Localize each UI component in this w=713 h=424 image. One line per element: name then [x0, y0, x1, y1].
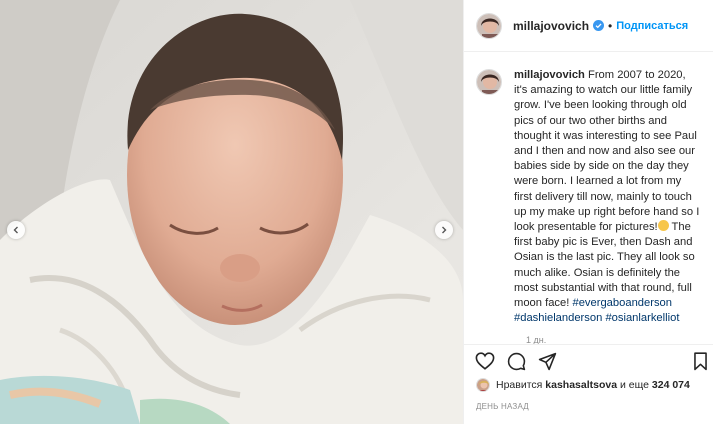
previous-photo-button[interactable]	[7, 221, 25, 239]
post-side-panel: millajovovich • Подписаться millajovovic…	[463, 0, 713, 424]
follow-button[interactable]: Подписаться	[616, 20, 688, 32]
caption-avatar[interactable]	[476, 69, 502, 95]
like-button[interactable]	[475, 352, 495, 375]
comment-button[interactable]	[507, 352, 526, 376]
caption-body-2: The first baby pic is Ever, then Dash an…	[514, 221, 695, 310]
next-photo-button[interactable]	[435, 221, 453, 239]
likes-prefix: Нравится	[496, 379, 543, 391]
smiling-face-with-tears-emoji-icon	[657, 220, 669, 232]
comments-area: millajovovich From 2007 to 2020, it's am…	[464, 52, 713, 345]
post-header: millajovovich • Подписаться	[464, 0, 713, 52]
chevron-right-icon	[442, 226, 447, 234]
comment-icon	[507, 352, 526, 371]
liker-username-link[interactable]: kashasaltsova	[545, 379, 617, 391]
caption-username-link[interactable]: millajovovich	[514, 69, 585, 81]
share-icon	[538, 352, 557, 371]
post-timestamp[interactable]: ДЕНЬ НАЗАД	[476, 402, 529, 411]
hashtag-link[interactable]: #osianlarkelliot	[605, 312, 679, 324]
likes-middle: и еще	[620, 379, 649, 391]
action-bar	[464, 344, 713, 380]
caption: millajovovich From 2007 to 2020, it's am…	[476, 68, 700, 326]
hashtag-link[interactable]: #dashielanderson	[514, 312, 602, 324]
baby-photo-illustration	[0, 0, 463, 424]
hashtag-link[interactable]: #evergaboanderson	[572, 297, 672, 309]
likes-summary: Нравится kashasaltsova и еще 324 074	[476, 378, 690, 392]
avatar-photo	[477, 379, 489, 391]
verified-badge-icon	[593, 20, 605, 31]
post-photo[interactable]	[0, 0, 463, 424]
username-link[interactable]: millajovovich	[513, 19, 589, 33]
caption-body-1: From 2007 to 2020, it's amazing to watch…	[514, 69, 700, 234]
separator-dot: •	[608, 18, 613, 33]
avatar-photo	[477, 13, 501, 38]
heart-icon	[475, 352, 495, 370]
likes-count-link[interactable]: 324 074	[652, 379, 690, 391]
chevron-left-icon	[13, 226, 18, 234]
avatar[interactable]	[476, 12, 502, 39]
bookmark-icon	[694, 352, 707, 371]
avatar-photo	[477, 70, 501, 94]
caption-text: millajovovich From 2007 to 2020, it's am…	[514, 68, 700, 326]
share-button[interactable]	[538, 352, 557, 376]
save-button[interactable]	[693, 352, 708, 376]
liker-avatar[interactable]	[476, 378, 490, 392]
